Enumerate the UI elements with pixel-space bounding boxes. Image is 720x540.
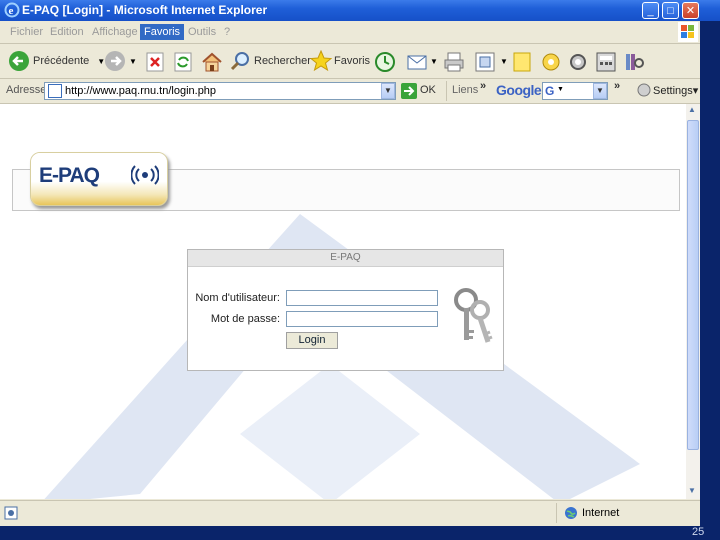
google-search-input[interactable]: G ▼ ▼: [542, 82, 608, 100]
home-icon[interactable]: [200, 50, 224, 74]
links-chevron-icon[interactable]: »: [480, 80, 486, 92]
page-content: E-PAQ E-PAQ Nom d'utilisateur: Mot de pa…: [0, 104, 686, 499]
settings-label: Settings: [653, 85, 693, 97]
menu-edition[interactable]: Edition: [46, 24, 88, 40]
back-button[interactable]: Précédente ▼: [8, 48, 105, 74]
e-paq-logo: E-PAQ: [30, 152, 168, 206]
go-button[interactable]: OK: [420, 84, 436, 96]
google-g-icon[interactable]: G: [545, 84, 554, 98]
stop-icon[interactable]: [146, 52, 164, 72]
logo-text: E-PAQ: [39, 164, 100, 187]
back-arrow-icon: [9, 51, 29, 71]
edit-dropdown-icon[interactable]: ▼: [500, 57, 508, 66]
tools-gear-icon[interactable]: [566, 50, 590, 74]
menu-affichage[interactable]: Affichage: [88, 24, 142, 40]
settings-button[interactable]: Settings▾: [653, 84, 698, 97]
password-input[interactable]: [286, 311, 438, 327]
search-label: Rechercher: [254, 55, 311, 67]
page-status-icon: [4, 506, 18, 520]
messenger-icon[interactable]: [540, 51, 562, 73]
password-label: Mot de passe:: [210, 313, 280, 325]
back-label: Précédente: [33, 55, 90, 67]
history-icon[interactable]: [374, 51, 396, 73]
minimize-button[interactable]: _: [642, 2, 659, 19]
scroll-down-icon[interactable]: ▼: [688, 486, 696, 495]
search-icon: [230, 52, 249, 71]
maximize-button[interactable]: □: [662, 2, 679, 19]
menu-fichier[interactable]: Fichier: [6, 24, 47, 40]
settings-circle-icon: [637, 83, 651, 97]
status-bar: Internet: [0, 500, 700, 526]
refresh-icon[interactable]: [174, 52, 192, 72]
keys-icon: [454, 288, 493, 343]
forward-arrow-icon: [105, 51, 125, 71]
browser-window: Fichier Edition Affichage Favoris Outils…: [0, 21, 700, 526]
research-icon[interactable]: [622, 50, 646, 74]
forward-dropdown-icon[interactable]: ▼: [129, 57, 137, 66]
toolbar-divider: [446, 81, 447, 101]
links-label[interactable]: Liens: [452, 84, 478, 96]
page-icon: [48, 84, 62, 98]
go-arrow-icon[interactable]: [401, 83, 417, 99]
internet-globe-icon: [565, 507, 577, 519]
windows-logo-icon: [678, 22, 698, 42]
address-bar: Adresse http://www.paq.rnu.tn/login.php …: [0, 79, 700, 104]
mail-dropdown-icon[interactable]: ▼: [430, 57, 438, 66]
address-input[interactable]: http://www.paq.rnu.tn/login.php ▼: [44, 82, 396, 100]
signal-waves-icon: [131, 165, 159, 185]
search-button[interactable]: Rechercher: [230, 48, 311, 74]
menu-help[interactable]: ?: [220, 24, 234, 40]
login-panel: E-PAQ Nom d'utilisateur: Mot de passe: L…: [187, 249, 504, 371]
internet-explorer-icon: e: [4, 2, 20, 18]
username-input[interactable]: [286, 290, 438, 306]
username-label: Nom d'utilisateur:: [195, 292, 280, 304]
address-dropdown-icon[interactable]: ▼: [381, 83, 395, 99]
print-icon[interactable]: [442, 50, 466, 74]
mail-icon[interactable]: [406, 51, 430, 73]
google-search-dropdown-icon[interactable]: ▼: [593, 83, 607, 99]
favorites-label: Favoris: [334, 55, 371, 67]
slide-number: 25: [692, 526, 705, 538]
address-label: Adresse: [6, 84, 47, 96]
menu-favoris[interactable]: Favoris: [140, 24, 185, 40]
address-url: http://www.paq.rnu.tn/login.php: [65, 85, 217, 97]
menu-outils[interactable]: Outils: [184, 24, 220, 40]
google-logo: Google: [496, 82, 542, 98]
google-chevron-icon[interactable]: »: [614, 80, 620, 92]
window-title: E-PAQ [Login] - Microsoft Internet Explo…: [22, 3, 268, 17]
google-g-dropdown-icon[interactable]: ▼: [557, 86, 564, 93]
title-bar: e E-PAQ [Login] - Microsoft Internet Exp…: [0, 0, 720, 21]
favorites-button[interactable]: Favoris: [310, 48, 370, 74]
calculator-icon[interactable]: [594, 50, 618, 74]
favorites-star-icon: [310, 50, 332, 72]
standard-toolbar: Précédente ▼ ▼ Rechercher Favoris ▼ ▼: [0, 44, 700, 79]
close-button[interactable]: ✕: [682, 2, 699, 19]
menu-bar: Fichier Edition Affichage Favoris Outils…: [0, 21, 700, 44]
login-button[interactable]: Login: [286, 332, 338, 349]
scroll-up-icon[interactable]: ▲: [688, 105, 696, 114]
security-zone-label: Internet: [582, 507, 620, 519]
vertical-scrollbar[interactable]: ▲ ▼: [686, 104, 700, 499]
forward-button[interactable]: ▼: [104, 48, 137, 74]
scrollbar-thumb[interactable]: [687, 120, 699, 450]
note-icon[interactable]: [512, 51, 532, 73]
edit-icon[interactable]: [474, 51, 496, 73]
svg-text:e: e: [9, 5, 14, 17]
login-heading: E-PAQ: [188, 250, 503, 267]
status-divider: [556, 503, 557, 523]
